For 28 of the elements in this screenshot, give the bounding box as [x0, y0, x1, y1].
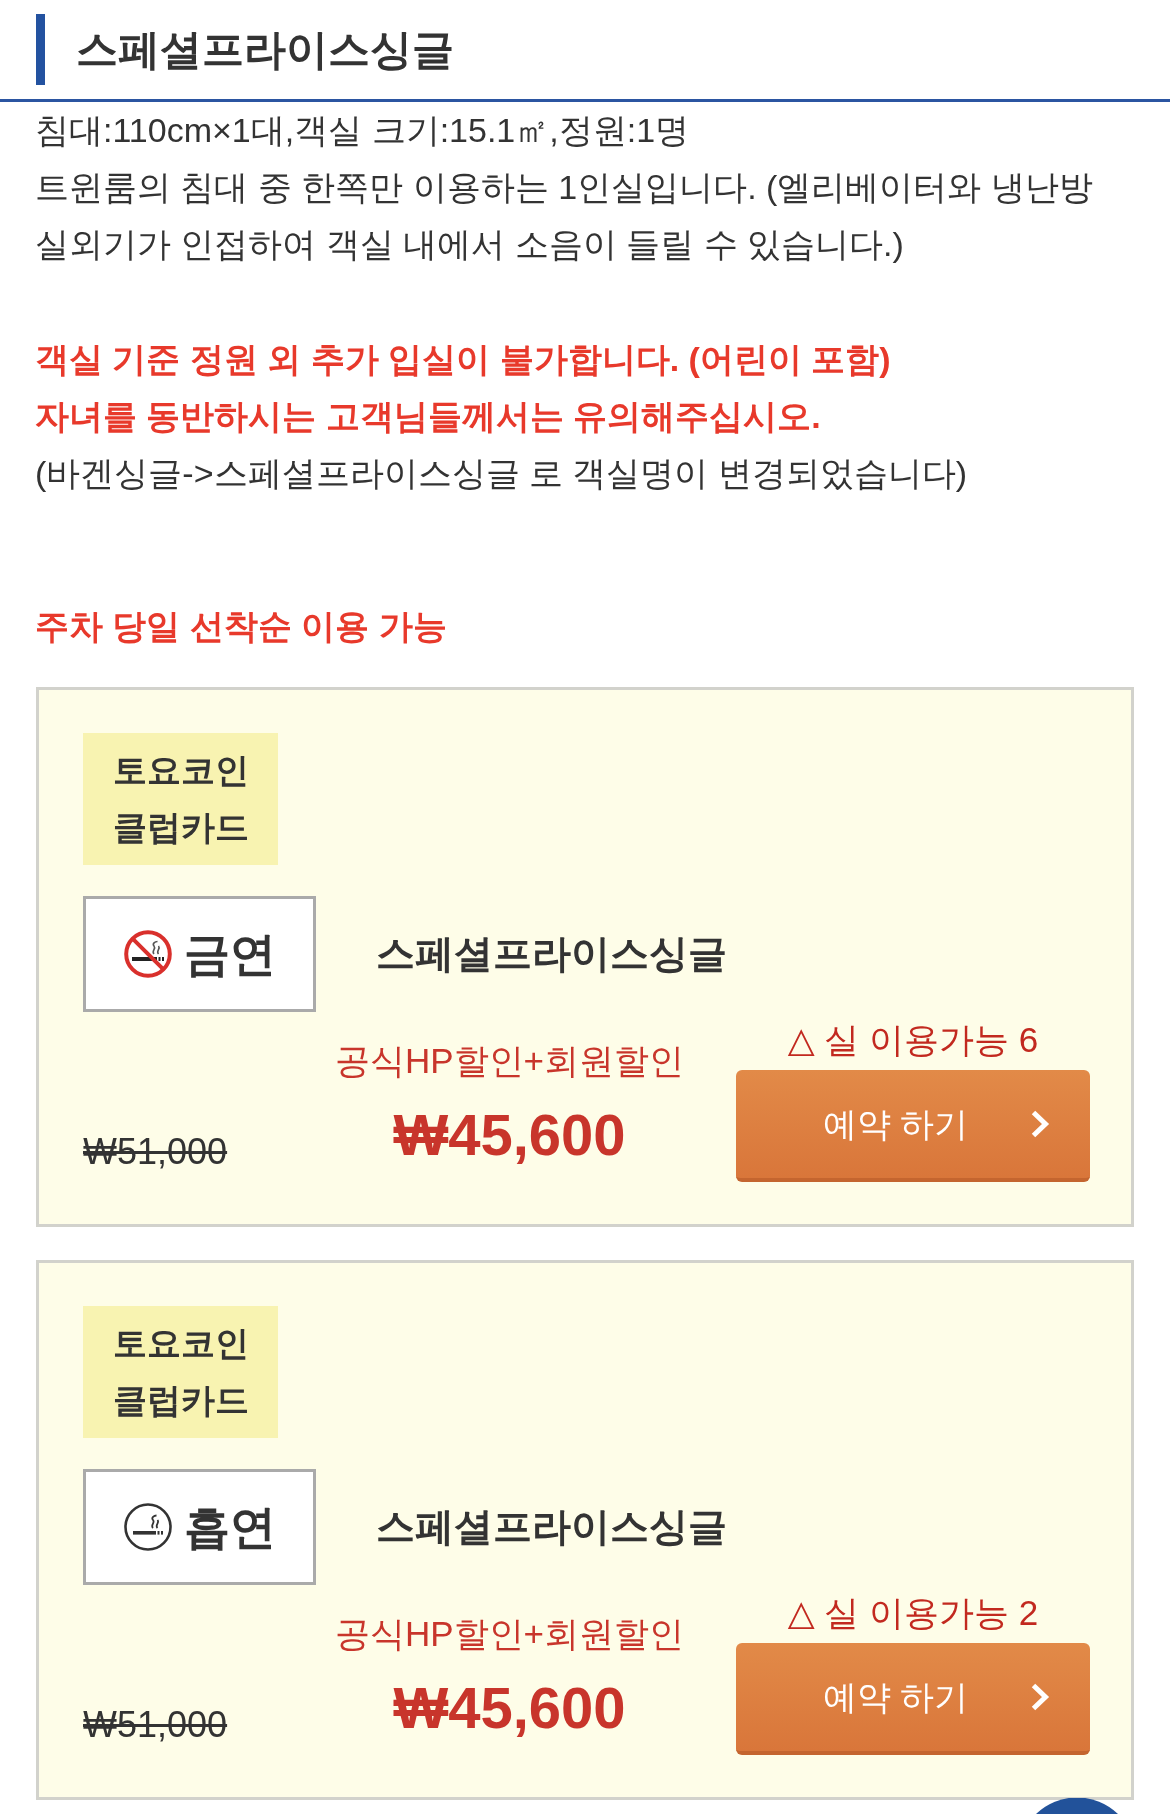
regular-price: ₩51,000 — [83, 1132, 228, 1172]
sale-price: ₩45,600 — [393, 1678, 626, 1738]
floating-button[interactable] — [1036, 1798, 1118, 1814]
no-smoking-icon — [123, 930, 172, 978]
warning-text: 객실 기준 정원 외 추가 입실이 불가합니다. (어린이 포함) — [35, 339, 892, 380]
parking-notice: 주차 당일 선착순 이용 가능 — [35, 606, 448, 647]
discount-label: 공식HP할인+회원할인 — [334, 1614, 685, 1654]
room-name: 스페셜프라이스싱글 — [376, 1503, 727, 1550]
regular-price: ₩51,000 — [83, 1705, 228, 1745]
smoking-label: 흡연 — [183, 1504, 276, 1550]
availability-text: △ 실 이용가능 2 — [787, 1593, 1039, 1633]
sale-price: ₩45,600 — [393, 1105, 626, 1165]
member-tag: 토요코인 클럽카드 — [83, 733, 278, 865]
reserve-button[interactable]: 예약 하기 — [736, 1070, 1090, 1182]
warning-text: 자녀를 동반하시는 고객님들께서는 유의해주십시오. — [35, 396, 822, 437]
notice-text: (바겐싱글->스페셜프라이스싱글 로 객실명이 변경되었습니다) — [35, 453, 969, 494]
availability-text: △ 실 이용가능 6 — [787, 1020, 1039, 1060]
smoking-icon — [123, 1503, 172, 1551]
section-title: 스페셜프라이스싱글 — [36, 14, 454, 85]
reserve-button[interactable]: 예약 하기 — [736, 1643, 1090, 1755]
chevron-right-icon — [1030, 1682, 1052, 1712]
discount-label: 공식HP할인+회원할인 — [334, 1041, 685, 1081]
smoking-label: 금연 — [183, 931, 276, 977]
member-tag: 토요코인 클럽카드 — [83, 1306, 278, 1438]
room-info-text: 트윈룸의 침대 중 한쪽만 이용하는 1인실입니다. (엘리베이터와 냉난방 실외기가 인접하여 객실 내에서 소음이 들릴 수 있습니다.) — [35, 167, 1094, 265]
room-name: 스페셜프라이스싱글 — [376, 930, 727, 977]
chevron-right-icon — [1030, 1109, 1052, 1139]
room-info-text: 침대:110cm×1대,객실 크기:15.1㎡,정원:1명 — [35, 110, 691, 151]
